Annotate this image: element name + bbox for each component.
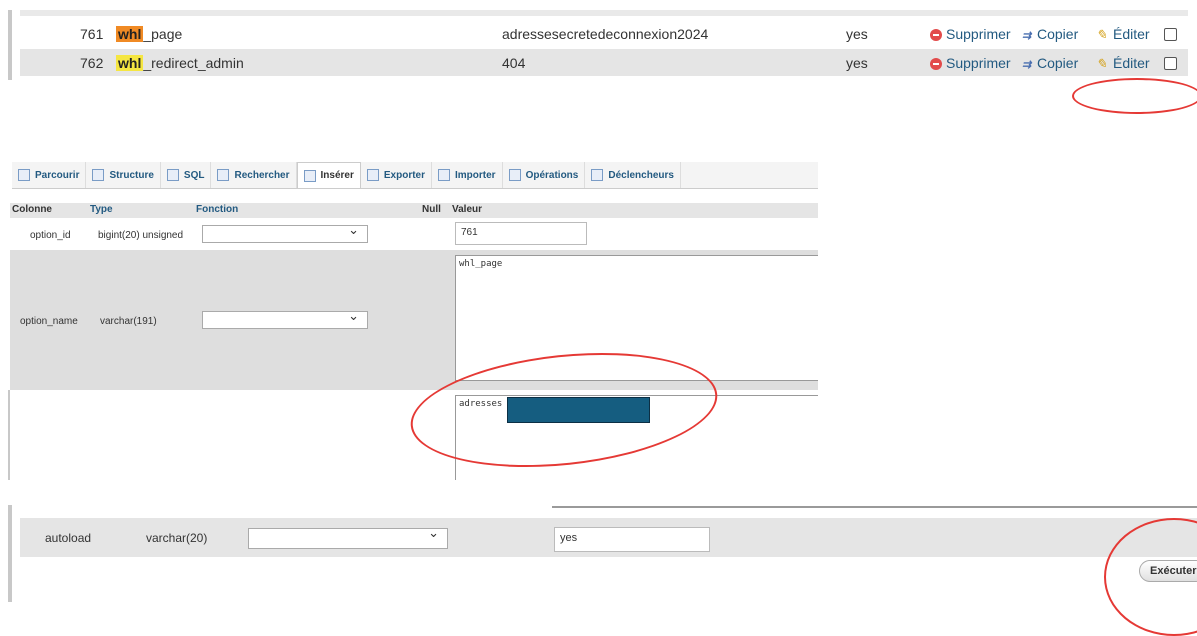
- edit-button[interactable]: ✎ Éditer: [1096, 55, 1150, 71]
- tab-importer[interactable]: Importer: [432, 162, 503, 188]
- delete-label: Supprimer: [946, 25, 1011, 42]
- browse-icon: [18, 169, 30, 181]
- edit-button[interactable]: ✎ Éditer: [1096, 26, 1150, 42]
- divider-line: [552, 506, 1197, 508]
- row-autoload: yes: [846, 25, 868, 42]
- option-id-input[interactable]: 761: [455, 222, 587, 245]
- delete-label: Supprimer: [946, 54, 1011, 71]
- trigger-icon: [591, 169, 604, 181]
- search-highlight: whl: [116, 25, 144, 42]
- search-icon: [217, 169, 230, 181]
- pencil-icon: ✎: [1096, 55, 1107, 71]
- tab-label: Exporter: [383, 169, 425, 181]
- annotation-circle: [1072, 78, 1197, 114]
- col-header-type: Type: [90, 204, 113, 215]
- edit-label: Éditer: [1113, 54, 1150, 71]
- row-checkbox[interactable]: [1164, 28, 1177, 41]
- left-scroll-bar: [8, 390, 10, 480]
- field-name: option_name: [20, 316, 78, 327]
- row-autoload: yes: [846, 54, 868, 71]
- row-name-rest: _page: [143, 25, 183, 42]
- copy-button[interactable]: ⇉ Copier: [1022, 26, 1078, 42]
- table-row: 762 whl _redirect_admin 404 yes Supprimer…: [20, 49, 1188, 76]
- row-id: 762: [80, 54, 104, 71]
- tab-inserer[interactable]: Insérer: [296, 162, 361, 188]
- search-highlight: whl: [116, 54, 144, 71]
- function-select[interactable]: [248, 525, 448, 549]
- field-type: varchar(191): [100, 316, 157, 327]
- tab-label: SQL: [183, 169, 205, 181]
- tab-exporter[interactable]: Exporter: [361, 162, 432, 188]
- autoload-input[interactable]: yes: [554, 527, 710, 552]
- table-row: 761 whl _page adressesecretedeconnexion20…: [20, 20, 1188, 47]
- row-option-name: whl _page: [116, 25, 183, 42]
- import-icon: [438, 169, 450, 181]
- function-select[interactable]: [202, 308, 368, 329]
- tab-label: Rechercher: [234, 169, 290, 181]
- tab-operations[interactable]: Opérations: [503, 162, 586, 188]
- tab-label: Structure: [109, 169, 154, 181]
- tab-label: Opérations: [525, 169, 579, 181]
- row-option-name: whl _redirect_admin: [116, 54, 244, 71]
- col-header-null: Null: [422, 204, 441, 215]
- row-value: 404: [502, 54, 526, 71]
- sql-icon: [166, 169, 179, 181]
- field-type: varchar(20): [146, 531, 208, 545]
- pencil-icon: ✎: [1096, 26, 1107, 42]
- copy-icon: ⇉: [1022, 29, 1032, 42]
- tab-label: Importer: [455, 169, 496, 181]
- col-header-colonne: Colonne: [12, 204, 52, 215]
- row-name-rest: _redirect_admin: [143, 54, 244, 71]
- delete-button[interactable]: Supprimer: [930, 55, 1011, 71]
- tab-label: Insérer: [320, 170, 354, 181]
- tab-bar: Parcourir Structure SQL Rechercher Insér…: [12, 162, 818, 189]
- row-id: 761: [80, 25, 104, 42]
- field-name: autoload: [45, 531, 92, 545]
- delete-icon: [930, 57, 942, 70]
- structure-icon: [92, 169, 105, 181]
- tab-label: Déclencheurs: [608, 169, 674, 181]
- copy-label: Copier: [1037, 25, 1079, 42]
- edit-label: Éditer: [1113, 25, 1150, 42]
- field-name: option_id: [30, 230, 71, 241]
- tab-declencheurs[interactable]: Déclencheurs: [585, 162, 681, 188]
- row-value: adressesecretedeconnexion2024: [502, 25, 709, 42]
- wrench-icon: [508, 169, 521, 181]
- tab-sql[interactable]: SQL: [161, 162, 212, 188]
- copy-icon: ⇉: [1022, 58, 1032, 71]
- copy-label: Copier: [1037, 54, 1079, 71]
- tab-structure[interactable]: Structure: [86, 162, 161, 188]
- col-header-valeur: Valeur: [452, 204, 483, 215]
- left-scroll-bar: [8, 505, 12, 602]
- copy-button[interactable]: ⇉ Copier: [1022, 55, 1078, 71]
- table-header: Colonne Type Fonction Null Valeur: [10, 203, 818, 218]
- delete-icon: [930, 28, 942, 41]
- field-type: bigint(20) unsigned: [98, 230, 184, 241]
- row-separator: [20, 10, 1188, 16]
- left-scroll-bar: [8, 10, 12, 80]
- delete-button[interactable]: Supprimer: [930, 26, 1011, 42]
- row-checkbox[interactable]: [1164, 57, 1177, 70]
- col-header-fonction: Fonction: [196, 204, 239, 215]
- tab-label: Parcourir: [35, 169, 80, 181]
- tab-rechercher[interactable]: Rechercher: [211, 162, 297, 188]
- export-icon: [366, 169, 379, 181]
- insert-icon: [303, 169, 316, 182]
- function-select[interactable]: [202, 222, 368, 243]
- tab-parcourir[interactable]: Parcourir: [12, 162, 87, 188]
